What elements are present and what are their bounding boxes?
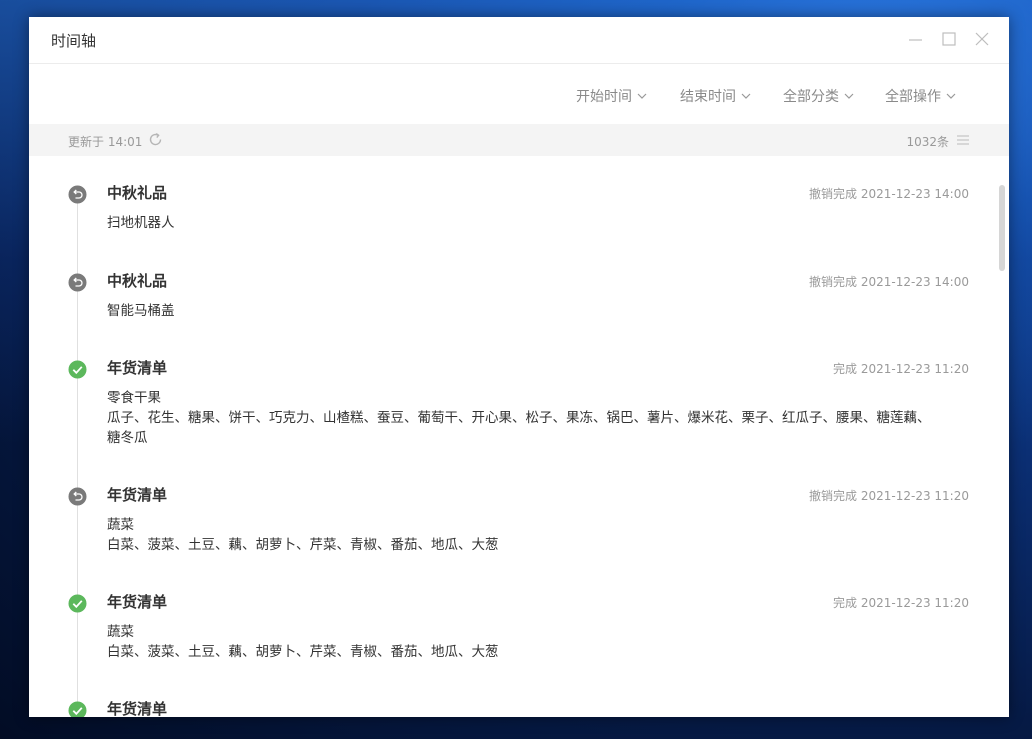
timeline-window: 时间轴 开始时间 结束时间 全部分类 全部操作 更新于 14:01 1032条: [29, 17, 1009, 717]
title-bar: 时间轴: [29, 17, 1009, 64]
undo-icon: [68, 487, 87, 506]
entry-timestamp: 完成 2021-12-23 11:20: [833, 596, 969, 610]
entry-title: 中秋礼品: [107, 184, 168, 202]
undo-icon: [68, 185, 87, 204]
filter-label: 全部分类: [783, 89, 839, 105]
entry-title: 年货清单: [107, 593, 168, 611]
entry-body: 扫地机器人: [107, 213, 967, 233]
filter-start-time[interactable]: 开始时间: [576, 86, 647, 106]
record-count: 1032条: [906, 135, 949, 149]
entry-line: 零食干果: [107, 390, 161, 406]
close-button[interactable]: [971, 28, 993, 50]
chevron-down-icon: [844, 93, 854, 99]
entry-title: 年货清单: [107, 700, 168, 717]
entry-timestamp: 完成 2021-12-23 11:20: [833, 362, 969, 376]
entry-title: 年货清单: [107, 486, 168, 504]
entry-line: 扫地机器人: [107, 215, 175, 231]
vertical-scrollbar[interactable]: [999, 185, 1005, 705]
filter-label: 开始时间: [576, 89, 632, 105]
last-updated-text: 更新于 14:01: [68, 135, 143, 149]
entry-line: 糖冬瓜: [107, 430, 148, 446]
entry-timestamp: 撤销完成 2021-12-23 11:20: [809, 489, 969, 503]
entry-line: 白菜、菠菜、土豆、藕、胡萝卜、芹菜、青椒、番茄、地瓜、大葱: [107, 644, 499, 660]
timeline-list: 中秋礼品 撤销完成 2021-12-23 14:00 扫地机器人 中秋礼品 撤销…: [29, 156, 1009, 717]
entry-line: 蔬菜: [107, 624, 134, 640]
entry-line: 智能马桶盖: [107, 303, 175, 319]
entry-body: 蔬菜 白菜、菠菜、土豆、藕、胡萝卜、芹菜、青椒、番茄、地瓜、大葱: [107, 622, 967, 662]
undo-icon: [68, 273, 87, 292]
chevron-down-icon: [741, 93, 751, 99]
entry-title: 中秋礼品: [107, 272, 168, 290]
chevron-down-icon: [946, 93, 956, 99]
minimize-button[interactable]: [905, 28, 927, 50]
filter-action[interactable]: 全部操作: [885, 86, 956, 106]
check-icon: [68, 360, 87, 379]
check-icon: [68, 594, 87, 613]
minimize-icon: [909, 39, 922, 41]
chevron-down-icon: [637, 93, 647, 99]
status-bar: 更新于 14:01 1032条: [29, 124, 1009, 156]
entry-body: 智能马桶盖: [107, 301, 967, 321]
window-title: 时间轴: [51, 32, 97, 50]
maximize-icon: [942, 32, 956, 46]
list-view-icon[interactable]: [957, 134, 969, 146]
entry-title: 年货清单: [107, 359, 168, 377]
filter-end-time[interactable]: 结束时间: [680, 86, 751, 106]
entry-timestamp: 撤销完成 2021-12-23 14:00: [809, 187, 969, 201]
filter-label: 全部操作: [885, 89, 941, 105]
refresh-icon[interactable]: [148, 132, 163, 147]
entry-body: 蔬菜 白菜、菠菜、土豆、藕、胡萝卜、芹菜、青椒、番茄、地瓜、大葱: [107, 515, 967, 555]
entry-line: 蔬菜: [107, 517, 134, 533]
entry-line: 白菜、菠菜、土豆、藕、胡萝卜、芹菜、青椒、番茄、地瓜、大葱: [107, 537, 499, 553]
entry-line: 瓜子、花生、糖果、饼干、巧克力、山楂糕、蚕豆、葡萄干、开心果、松子、果冻、锅巴、…: [107, 410, 931, 426]
scrollbar-thumb[interactable]: [999, 185, 1005, 271]
filter-category[interactable]: 全部分类: [783, 86, 854, 106]
check-icon: [68, 701, 87, 717]
filter-toolbar: 开始时间 结束时间 全部分类 全部操作: [29, 64, 1009, 124]
close-icon: [975, 32, 989, 46]
entry-body: 零食干果 瓜子、花生、糖果、饼干、巧克力、山楂糕、蚕豆、葡萄干、开心果、松子、果…: [107, 388, 967, 448]
entry-timestamp: 撤销完成 2021-12-23 14:00: [809, 275, 969, 289]
filter-label: 结束时间: [680, 89, 736, 105]
maximize-button[interactable]: [938, 28, 960, 50]
